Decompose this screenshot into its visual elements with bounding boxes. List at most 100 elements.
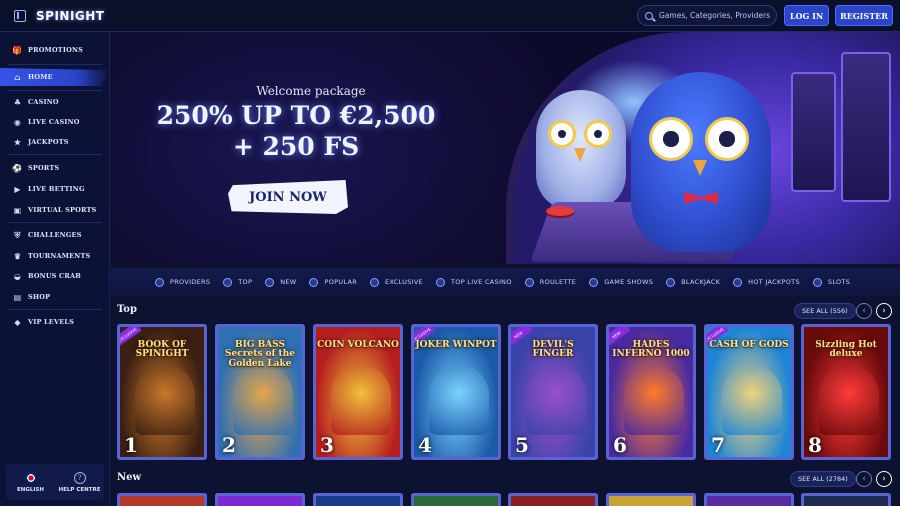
category-label: POPULAR — [324, 278, 358, 286]
slot-machine-image — [791, 72, 836, 192]
spinight-logo[interactable]: SPINIGHT — [36, 9, 105, 23]
game-tile[interactable]: EXCLUSIVE CASH OF GODS 7 — [704, 324, 794, 460]
language-selector[interactable]: ENGLISH — [6, 464, 55, 500]
game-tile[interactable] — [801, 493, 891, 506]
hero-title: 250% UP TO €2,500 + 250 FS — [156, 100, 436, 163]
category-label: TOP LIVE CASINO — [451, 278, 512, 286]
sidebar-item-vip-levels[interactable]: ◆ VIP LEVELS — [0, 314, 110, 330]
sidebar-item-live-betting[interactable]: ▶ LIVE BETTING — [0, 181, 110, 197]
prev-arrow-icon[interactable]: ‹ — [856, 471, 872, 487]
see-all-top-button[interactable]: SEE ALL (556) — [794, 303, 856, 319]
game-tile[interactable]: BIG BASS Secrets of the Golden Lake 2 — [215, 324, 305, 460]
divider — [8, 90, 102, 91]
live-casino-icon — [436, 277, 446, 287]
sidebar-item-sports[interactable]: ⚽ SPORTS — [0, 160, 110, 176]
category-label: BLACKJACK — [681, 278, 721, 286]
game-tile[interactable]: COIN VOLCANO 3 — [313, 324, 403, 460]
category-top-live-casino[interactable]: TOP LIVE CASINO — [436, 277, 512, 287]
virtual-sports-icon: ▣ — [13, 205, 22, 215]
game-tile[interactable] — [704, 493, 794, 506]
game-artwork — [819, 365, 879, 435]
divider — [8, 309, 102, 310]
sidebar-item-label: LIVE CASINO — [28, 118, 80, 126]
sidebar-item-label: VIP LEVELS — [28, 318, 75, 326]
game-tile[interactable] — [606, 493, 696, 506]
section-title-top: Top — [117, 304, 137, 315]
category-roulette[interactable]: ROULETTE — [524, 277, 576, 287]
category-game-shows[interactable]: GAME SHOWS — [589, 277, 654, 287]
sidebar-item-virtual-sports[interactable]: ▣ VIRTUAL SPORTS — [0, 202, 110, 218]
popular-icon — [309, 277, 319, 287]
game-tile[interactable]: EXCLUSIVE JOKER WINPOT 4 — [411, 324, 501, 460]
category-hot-jackpots[interactable]: HOT JACKPOTS — [733, 277, 800, 287]
game-rank: 7 — [711, 433, 725, 457]
game-rank: 2 — [222, 433, 236, 457]
search-box[interactable] — [637, 5, 777, 26]
shop-icon: ▤ — [13, 292, 22, 302]
white-owl-image — [536, 90, 626, 210]
see-all-new-button[interactable]: SEE ALL (2784) — [790, 471, 856, 487]
category-new[interactable]: NEW — [265, 277, 297, 287]
game-artwork — [331, 365, 391, 435]
diamond-icon: ◆ — [14, 317, 21, 327]
sidebar-item-casino[interactable]: ♣ CASINO — [0, 94, 110, 110]
game-tile[interactable]: NEW DEVIL'S FINGER 5 — [508, 324, 598, 460]
category-providers[interactable]: PROVIDERS — [155, 277, 211, 287]
sidebar-toggle-icon[interactable] — [14, 9, 26, 22]
category-slots[interactable]: SLOTS — [812, 277, 850, 287]
live-casino-icon: ◉ — [13, 117, 22, 127]
login-button[interactable]: LOG IN — [784, 5, 829, 26]
game-tile[interactable]: NEW HADES INFERNO 1000 6 — [606, 324, 696, 460]
help-centre-link[interactable]: ? HELP CENTRE — [55, 464, 104, 500]
game-tile[interactable]: EXCLUSIVE BOOK OF SPINIGHT 1 — [117, 324, 207, 460]
game-name: HADES INFERNO 1000 — [612, 340, 690, 360]
sidebar-item-home[interactable]: ⌂ HOME — [0, 68, 110, 86]
game-tile[interactable] — [411, 493, 501, 506]
sidebar-item-promotions[interactable]: 🎁 PROMOTIONS — [0, 42, 110, 58]
category-top[interactable]: TOP — [223, 277, 252, 287]
register-button[interactable]: REGISTER — [835, 5, 893, 26]
sidebar-footer: ENGLISH ? HELP CENTRE — [6, 464, 104, 500]
category-blackjack[interactable]: BLACKJACK — [666, 277, 721, 287]
hero-banner[interactable]: Welcome package 250% UP TO €2,500 + 250 … — [111, 32, 900, 264]
category-label: GAME SHOWS — [604, 278, 654, 286]
sidebar-item-label: CASINO — [28, 98, 59, 106]
next-arrow-icon[interactable]: › — [876, 471, 892, 487]
sidebar-item-label: SPORTS — [28, 164, 60, 172]
sidebar-item-label: SHOP — [28, 293, 51, 301]
category-exclusive[interactable]: EXCLUSIVE — [370, 277, 423, 287]
slot-machine-image — [841, 52, 891, 202]
game-tile[interactable] — [117, 493, 207, 506]
category-popular[interactable]: POPULAR — [309, 277, 358, 287]
game-artwork — [429, 365, 489, 435]
divider — [8, 154, 102, 155]
game-tile[interactable] — [508, 493, 598, 506]
join-now-button[interactable]: JOIN NOW — [228, 180, 348, 214]
sidebar-item-bonus-crab[interactable]: ◒ BONUS CRAB — [0, 268, 110, 284]
next-arrow-icon[interactable]: › — [876, 303, 892, 319]
search-icon — [645, 11, 653, 20]
prev-arrow-icon[interactable]: ‹ — [856, 303, 872, 319]
game-rank: 8 — [808, 433, 822, 457]
sidebar-item-challenges[interactable]: ⛨ CHALLENGES — [0, 227, 110, 243]
providers-icon — [155, 277, 164, 287]
bonus-crab-icon: ◒ — [13, 271, 22, 281]
search-input[interactable] — [659, 11, 774, 20]
blackjack-icon — [666, 277, 676, 287]
game-tile[interactable] — [215, 493, 305, 506]
category-label: PROVIDERS — [170, 278, 211, 286]
sidebar-item-label: CHALLENGES — [28, 231, 82, 239]
game-artwork — [624, 365, 684, 435]
game-tile[interactable]: Sizzling Hot deluxe 8 — [801, 324, 891, 460]
sidebar-item-live-casino[interactable]: ◉ LIVE CASINO — [0, 114, 110, 130]
sidebar-item-jackpots[interactable]: ★ JACKPOTS — [0, 134, 110, 150]
sidebar-item-tournaments[interactable]: ♛ TOURNAMENTS — [0, 248, 110, 264]
category-label: NEW — [280, 278, 297, 286]
sidebar-item-shop[interactable]: ▤ SHOP — [0, 289, 110, 305]
blue-owl-image — [631, 72, 771, 252]
hero-title-line2: + 250 FS — [232, 132, 360, 162]
sidebar-item-label: VIRTUAL SPORTS — [28, 206, 97, 214]
hot-jackpots-icon — [733, 277, 743, 287]
game-tile[interactable] — [313, 493, 403, 506]
divider — [8, 64, 102, 65]
